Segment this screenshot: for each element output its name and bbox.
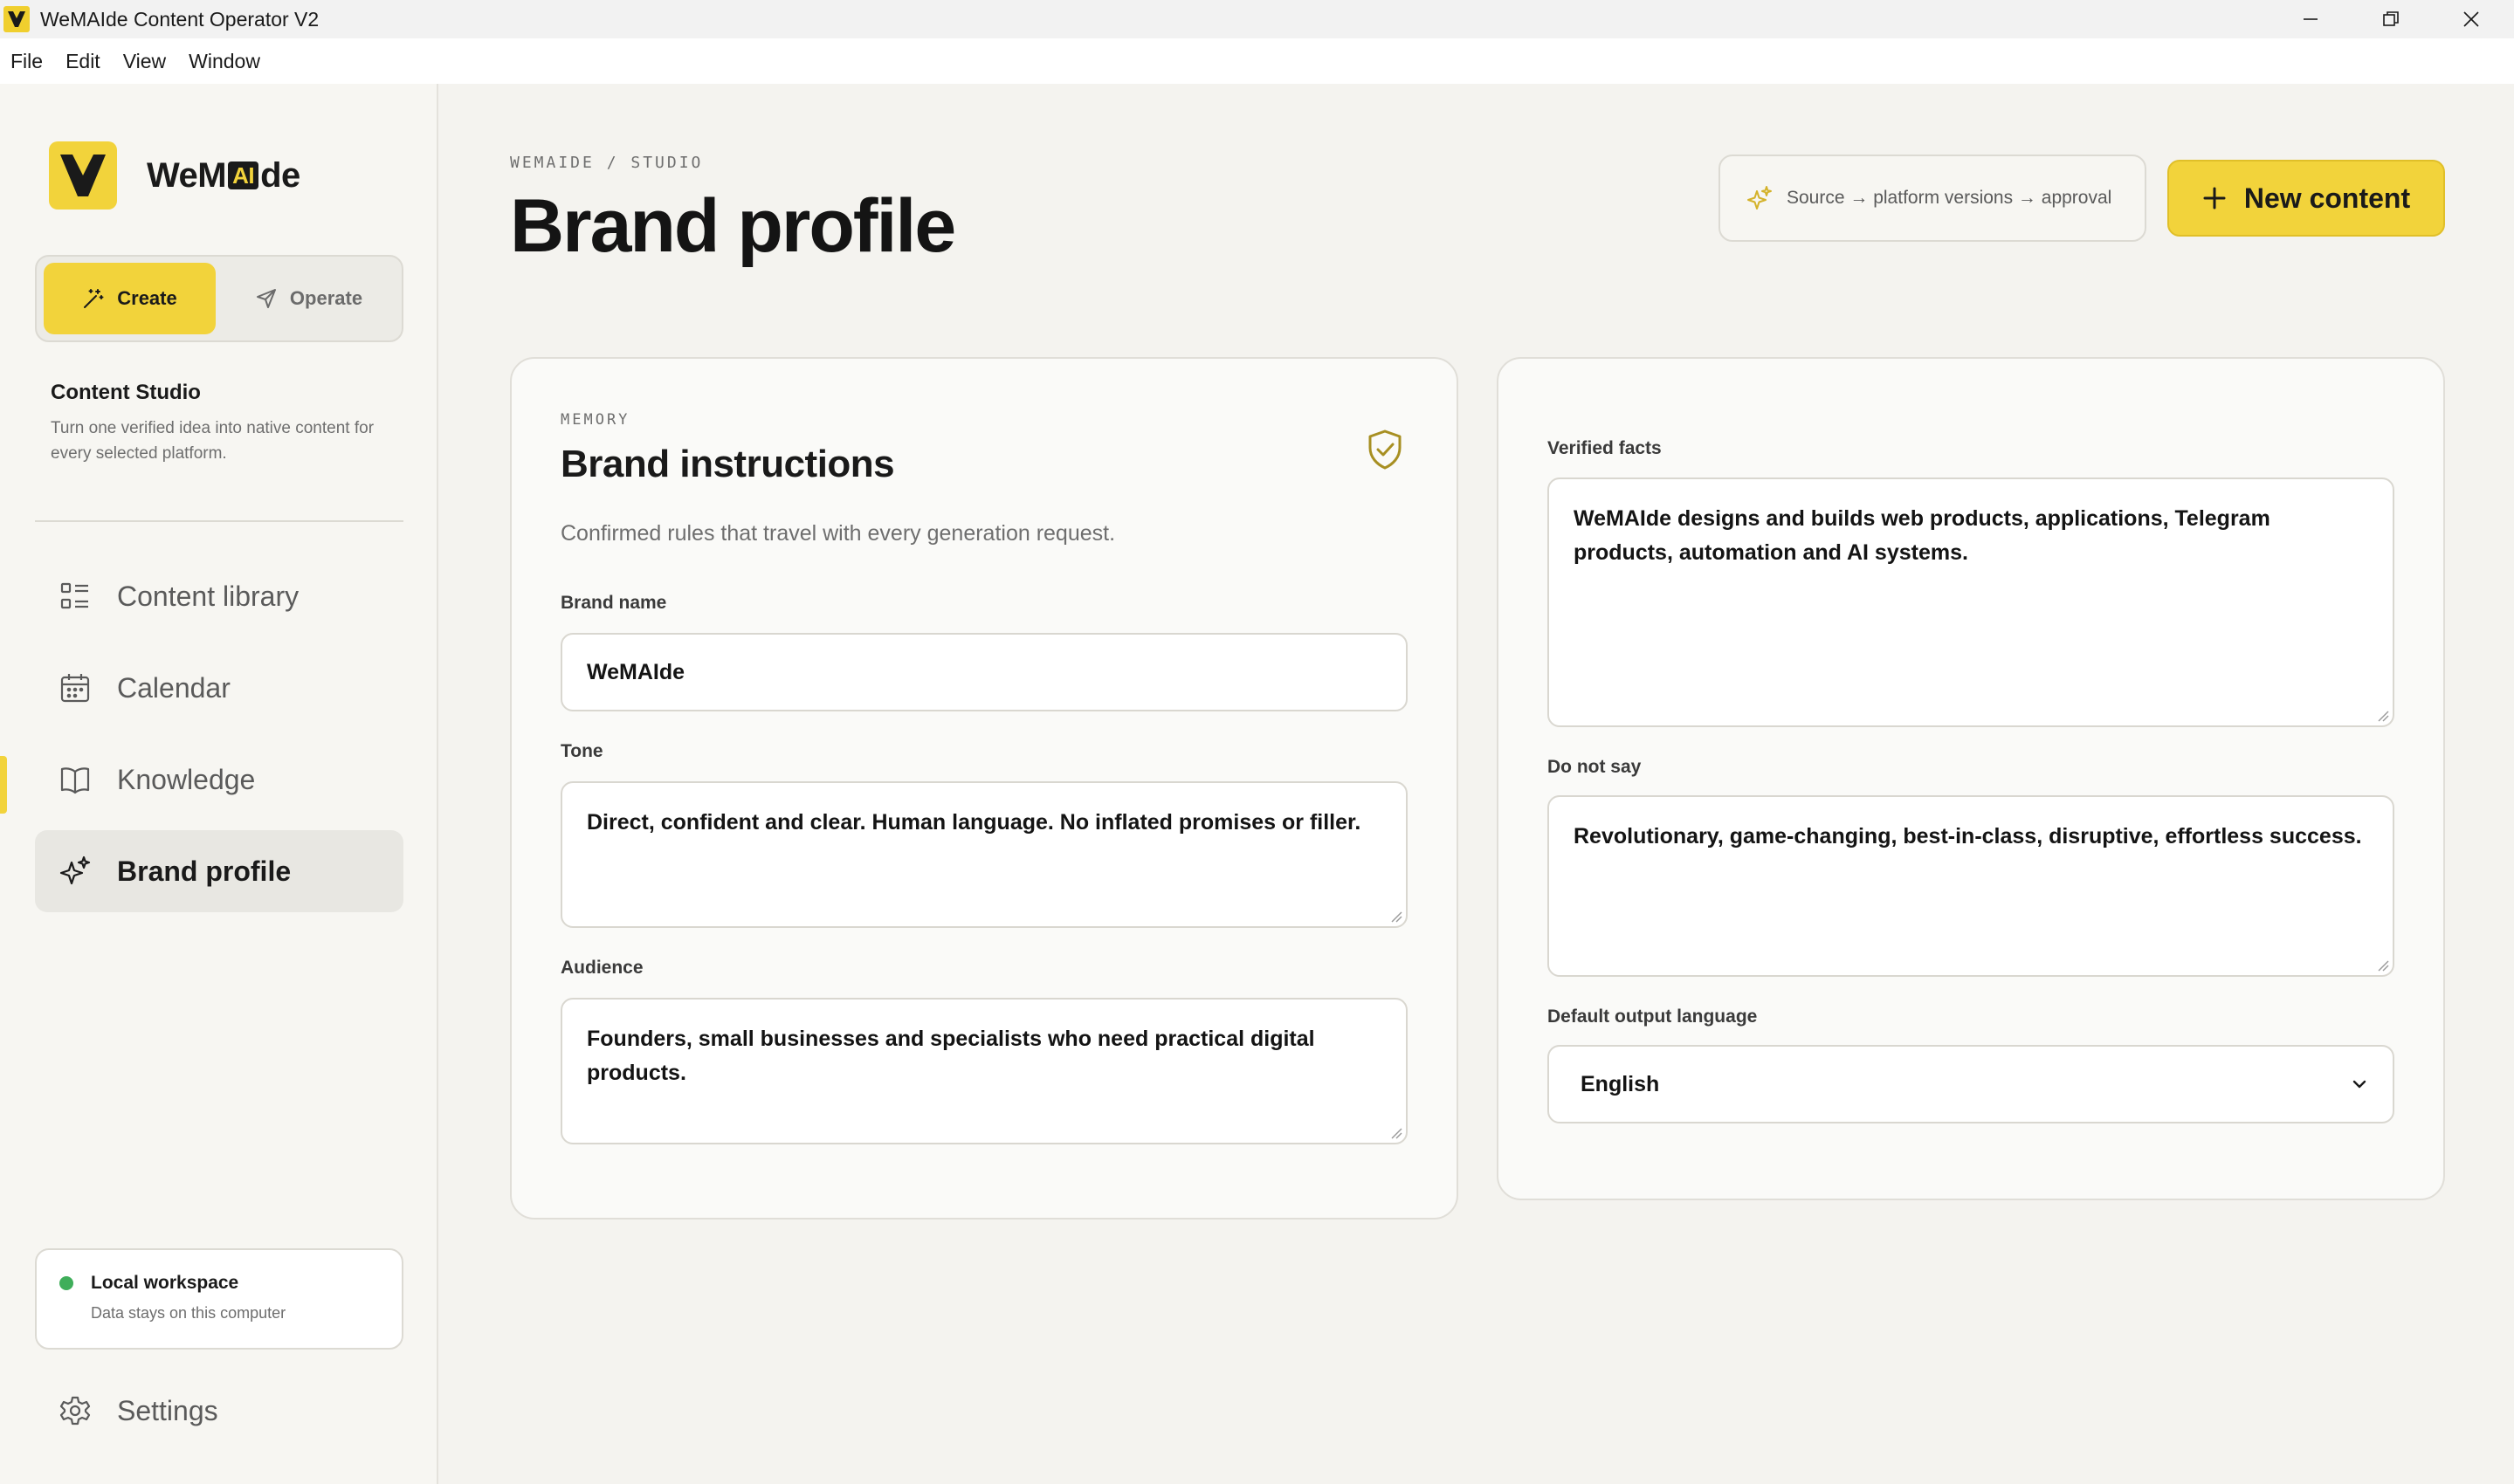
workspace-status: Local workspace Data stays on this compu…: [35, 1248, 403, 1350]
card-title: Brand instructions: [561, 443, 895, 485]
sparkles-icon: [59, 855, 91, 885]
resize-grip-icon[interactable]: [2375, 958, 2389, 972]
sidebar-item-brand-profile[interactable]: Brand profile: [35, 830, 403, 912]
window-titlebar: WeMAIde Content Operator V2: [0, 0, 2514, 38]
window-title: WeMAIde Content Operator V2: [40, 7, 320, 31]
tone-label: Tone: [561, 741, 603, 761]
sidebar-item-label: Knowledge: [117, 763, 256, 795]
workflow-pill: Source → platform versions → approval: [1718, 155, 2146, 242]
operate-mode-button[interactable]: Operate: [223, 263, 395, 334]
operate-mode-label: Operate: [289, 287, 363, 309]
language-label: Default output language: [1547, 1007, 1758, 1027]
workflow-pill-label: Source → platform versions → approval: [1787, 188, 2112, 208]
audience-label: Audience: [561, 958, 644, 978]
mode-switch: Create Operate: [35, 255, 403, 342]
resize-grip-icon[interactable]: [1388, 909, 1402, 923]
menu-view[interactable]: View: [123, 50, 166, 73]
send-icon: [256, 289, 276, 308]
sidebar-item-label: Calendar: [117, 671, 231, 704]
brand-name-value: WeMAIde: [587, 659, 685, 684]
sidebar-divider: [35, 520, 403, 522]
do-not-say-label: Do not say: [1547, 757, 1642, 777]
do-not-say-value: Revolutionary, game-changing, best-in-cl…: [1574, 824, 2362, 848]
audience-value: Founders, small businesses and specialis…: [587, 1027, 1315, 1085]
sidebar: WeM AI de Create Operate Content Studio Tu…: [0, 84, 438, 1484]
resize-grip-icon[interactable]: [1388, 1125, 1402, 1139]
tone-value: Direct, confident and clear. Human langu…: [587, 810, 1361, 835]
language-value: English: [1581, 1071, 1660, 1096]
workspace-title: Local workspace: [91, 1273, 239, 1293]
active-nav-marker: [0, 756, 7, 814]
wordmark-part: de: [260, 155, 300, 195]
menu-bar: File Edit View Window: [0, 38, 2514, 84]
sidebar-item-settings[interactable]: Settings: [35, 1376, 403, 1446]
verified-facts-value: WeMAIde designs and builds web products,…: [1574, 506, 2270, 565]
tone-textarea[interactable]: Direct, confident and clear. Human langu…: [561, 781, 1408, 928]
page-title: Brand profile: [510, 184, 956, 268]
brand-header[interactable]: WeM AI de: [49, 141, 300, 210]
sidebar-nav: Content library Calendar Knowledge Brand…: [35, 555, 403, 922]
sidebar-item-label: Content library: [117, 580, 300, 612]
wordmark-part: WeM: [147, 155, 227, 195]
plus-icon: [2203, 187, 2226, 210]
verified-facts-label: Verified facts: [1547, 438, 1662, 458]
studio-info: Content Studio Turn one verified idea in…: [51, 381, 391, 466]
sidebar-item-content-library[interactable]: Content library: [35, 555, 403, 637]
create-mode-label: Create: [117, 287, 177, 309]
book-icon: [60, 767, 90, 794]
card-eyebrow: MEMORY: [561, 411, 630, 429]
brand-wordmark: WeM AI de: [147, 156, 300, 196]
brand-instructions-card: MEMORY Brand instructions Confirmed rule…: [510, 357, 1458, 1219]
restore-icon[interactable]: [2351, 0, 2431, 38]
sparkles-icon: [1747, 186, 1772, 210]
workspace-subtitle: Data stays on this computer: [91, 1304, 286, 1322]
minimize-icon[interactable]: [2270, 0, 2351, 38]
brand-logo-icon: [49, 141, 117, 210]
card-subtitle: Confirmed rules that travel with every g…: [561, 521, 1116, 546]
facts-card: Verified facts WeMAIde designs and build…: [1497, 357, 2445, 1200]
app-logo-icon: [3, 6, 30, 32]
chevron-down-icon: [2352, 1080, 2366, 1089]
wordmark-ai-badge: AI: [228, 161, 259, 189]
status-online-dot: [59, 1276, 73, 1290]
resize-grip-icon[interactable]: [2375, 708, 2389, 722]
verified-facts-textarea[interactable]: WeMAIde designs and builds web products,…: [1547, 477, 2394, 727]
settings-label: Settings: [117, 1394, 218, 1426]
menu-window[interactable]: Window: [189, 50, 260, 73]
studio-title: Content Studio: [51, 381, 201, 404]
shield-check-icon: [1368, 429, 1402, 470]
gear-icon: [59, 1396, 91, 1426]
grid-list-icon: [60, 582, 88, 609]
brand-name-input[interactable]: WeMAIde: [561, 633, 1408, 711]
language-select[interactable]: English: [1547, 1045, 2394, 1123]
do-not-say-textarea[interactable]: Revolutionary, game-changing, best-in-cl…: [1547, 795, 2394, 977]
brand-name-label: Brand name: [561, 593, 667, 613]
menu-file[interactable]: File: [10, 50, 43, 73]
menu-edit[interactable]: Edit: [65, 50, 100, 73]
audience-textarea[interactable]: Founders, small businesses and specialis…: [561, 998, 1408, 1144]
new-content-button[interactable]: New content: [2167, 160, 2445, 237]
sidebar-item-knowledge[interactable]: Knowledge: [35, 739, 403, 821]
calendar-icon: [60, 674, 90, 703]
magic-wand-icon: [84, 289, 104, 308]
create-mode-button[interactable]: Create: [44, 263, 216, 334]
close-icon[interactable]: [2431, 0, 2511, 38]
sidebar-item-label: Brand profile: [117, 855, 292, 887]
breadcrumb: WEMAIDE / STUDIO: [510, 154, 704, 172]
sidebar-item-calendar[interactable]: Calendar: [35, 647, 403, 729]
new-content-label: New content: [2243, 182, 2411, 214]
studio-description: Turn one verified idea into native conte…: [51, 419, 375, 463]
